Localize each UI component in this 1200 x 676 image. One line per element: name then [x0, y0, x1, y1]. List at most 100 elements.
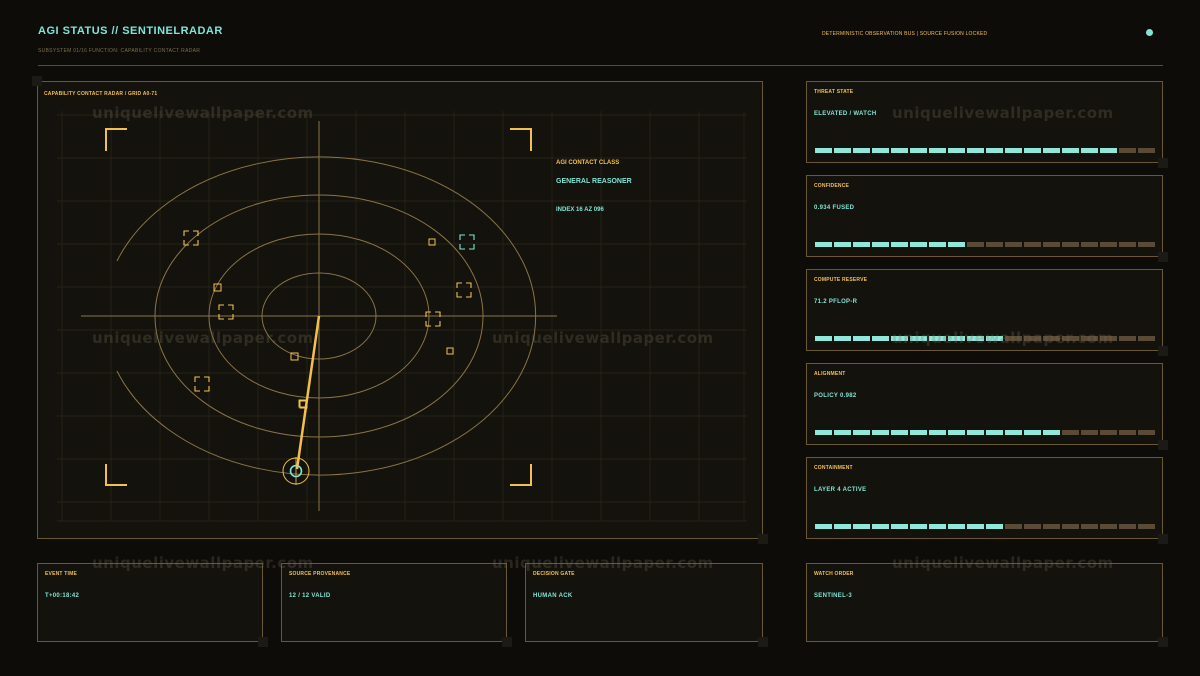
- meter-segment: [1119, 524, 1136, 529]
- meter-segment: [872, 148, 889, 153]
- watermark-text: uniquelivewallpaper.com: [492, 554, 714, 572]
- origin-marker-icon: [282, 457, 310, 485]
- meter-segment: [815, 242, 832, 247]
- meter-segment: [929, 148, 946, 153]
- meter-segment: [1138, 430, 1155, 435]
- meter-segment: [1062, 524, 1079, 529]
- meter-segment: [1100, 430, 1117, 435]
- meter-segment: [986, 524, 1003, 529]
- meter-segment: [1081, 524, 1098, 529]
- meter-segment: [1119, 336, 1136, 341]
- meter-segment: [1043, 524, 1060, 529]
- radar-display[interactable]: [37, 81, 763, 539]
- target-bracket-icon: [459, 234, 475, 250]
- watch-order-value: SENTINEL-3: [814, 593, 853, 599]
- meter-segment: [1062, 430, 1079, 435]
- meter-segment: [834, 242, 851, 247]
- metric-value: LAYER 4 ACTIVE: [814, 487, 867, 493]
- meter-segment: [1005, 430, 1022, 435]
- source-provenance-value: 12 / 12 VALID: [289, 593, 331, 599]
- watermark-text: uniquelivewallpaper.com: [92, 104, 314, 122]
- meter-segment: [891, 242, 908, 247]
- meter-segment: [910, 430, 927, 435]
- meter-segment: [910, 148, 927, 153]
- meter-segment: [1100, 242, 1117, 247]
- decision-gate-value: HUMAN ACK: [533, 593, 573, 599]
- contact-marker-icon: [446, 347, 454, 355]
- watermark-text: uniquelivewallpaper.com: [492, 329, 714, 347]
- meter-segment: [1024, 430, 1041, 435]
- meter-segment: [1138, 336, 1155, 341]
- meter-segment: [1119, 242, 1136, 247]
- meter-segment: [872, 336, 889, 341]
- meter-segment: [1005, 524, 1022, 529]
- watch-order-label: WATCH ORDER: [814, 571, 854, 577]
- meter-segment: [834, 336, 851, 341]
- event-time-value: T+00:18:42: [45, 593, 80, 599]
- meter-segment: [834, 430, 851, 435]
- meter-segment: [948, 148, 965, 153]
- event-time-label: EVENT TIME: [45, 571, 78, 577]
- meter-segment: [929, 242, 946, 247]
- meter-segment: [948, 524, 965, 529]
- watermark-text: uniquelivewallpaper.com: [92, 329, 314, 347]
- meter-segment: [891, 524, 908, 529]
- metric-panel: THREAT STATE ELEVATED / WATCH: [806, 81, 1168, 168]
- meter-segment: [853, 148, 870, 153]
- target-bracket-icon: [183, 230, 472, 392]
- watermark-text: uniquelivewallpaper.com: [892, 554, 1114, 572]
- meter-segment: [1062, 242, 1079, 247]
- meter-segment: [834, 148, 851, 153]
- metric-label: ALIGNMENT: [814, 371, 846, 377]
- meter-segment: [1024, 524, 1041, 529]
- decision-gate-panel: DECISION GATE HUMAN ACK: [525, 563, 768, 647]
- metric-label: THREAT STATE: [814, 89, 854, 95]
- meter-segment: [929, 524, 946, 529]
- bus-status: DETERMINISTIC OBSERVATION BUS | SOURCE F…: [822, 31, 988, 37]
- meter-segment: [815, 430, 832, 435]
- meter-segment: [1024, 242, 1041, 247]
- contact-index-value: INDEX 16 AZ 096: [556, 207, 604, 213]
- meter-segment: [1005, 242, 1022, 247]
- meter-segment: [910, 524, 927, 529]
- metric-label: CONTAINMENT: [814, 465, 853, 471]
- metric-panel: CONFIDENCE 0.934 FUSED: [806, 175, 1168, 262]
- meter-segment: [853, 336, 870, 341]
- meter-segment: [1138, 242, 1155, 247]
- metric-panel: CONTAINMENT LAYER 4 ACTIVE: [806, 457, 1168, 544]
- meter-segment: [815, 336, 832, 341]
- meter-segment: [1138, 524, 1155, 529]
- contact-markers-main: [290, 352, 307, 408]
- watermark-text: uniquelivewallpaper.com: [92, 554, 314, 572]
- meter-segment: [1081, 148, 1098, 153]
- meter-segment: [815, 524, 832, 529]
- meter-segment: [1081, 242, 1098, 247]
- metric-label: CONFIDENCE: [814, 183, 850, 189]
- metric-value: 71.2 PFLOP-R: [814, 299, 858, 305]
- meter-segment: [948, 430, 965, 435]
- source-provenance-panel: SOURCE PROVENANCE 12 / 12 VALID: [281, 563, 512, 647]
- meter-segment: [1005, 148, 1022, 153]
- watermark-text: uniquelivewallpaper.com: [892, 329, 1114, 347]
- meter-segment: [1100, 148, 1117, 153]
- meter-segment: [986, 148, 1003, 153]
- meter-segment: [872, 430, 889, 435]
- meter-segment: [891, 148, 908, 153]
- metric-value: 0.934 FUSED: [814, 205, 855, 211]
- watch-order-panel: WATCH ORDER SENTINEL-3: [806, 563, 1168, 647]
- watermark-text: uniquelivewallpaper.com: [892, 104, 1114, 122]
- meter-segment: [853, 524, 870, 529]
- meter-segment: [1138, 148, 1155, 153]
- metric-label: COMPUTE RESERVE: [814, 277, 868, 283]
- meter-segment: [834, 524, 851, 529]
- meter-segment: [948, 242, 965, 247]
- meter-segment: [853, 242, 870, 247]
- meter-segment: [872, 242, 889, 247]
- page-title: AGI STATUS // SENTINELRADAR: [38, 25, 223, 37]
- metric-panel: ALIGNMENT POLICY 0.982: [806, 363, 1168, 450]
- meter-segment: [1062, 148, 1079, 153]
- header-divider: [38, 65, 1163, 66]
- meter-segment: [872, 524, 889, 529]
- meter-segment: [1043, 242, 1060, 247]
- meter-segment: [1043, 148, 1060, 153]
